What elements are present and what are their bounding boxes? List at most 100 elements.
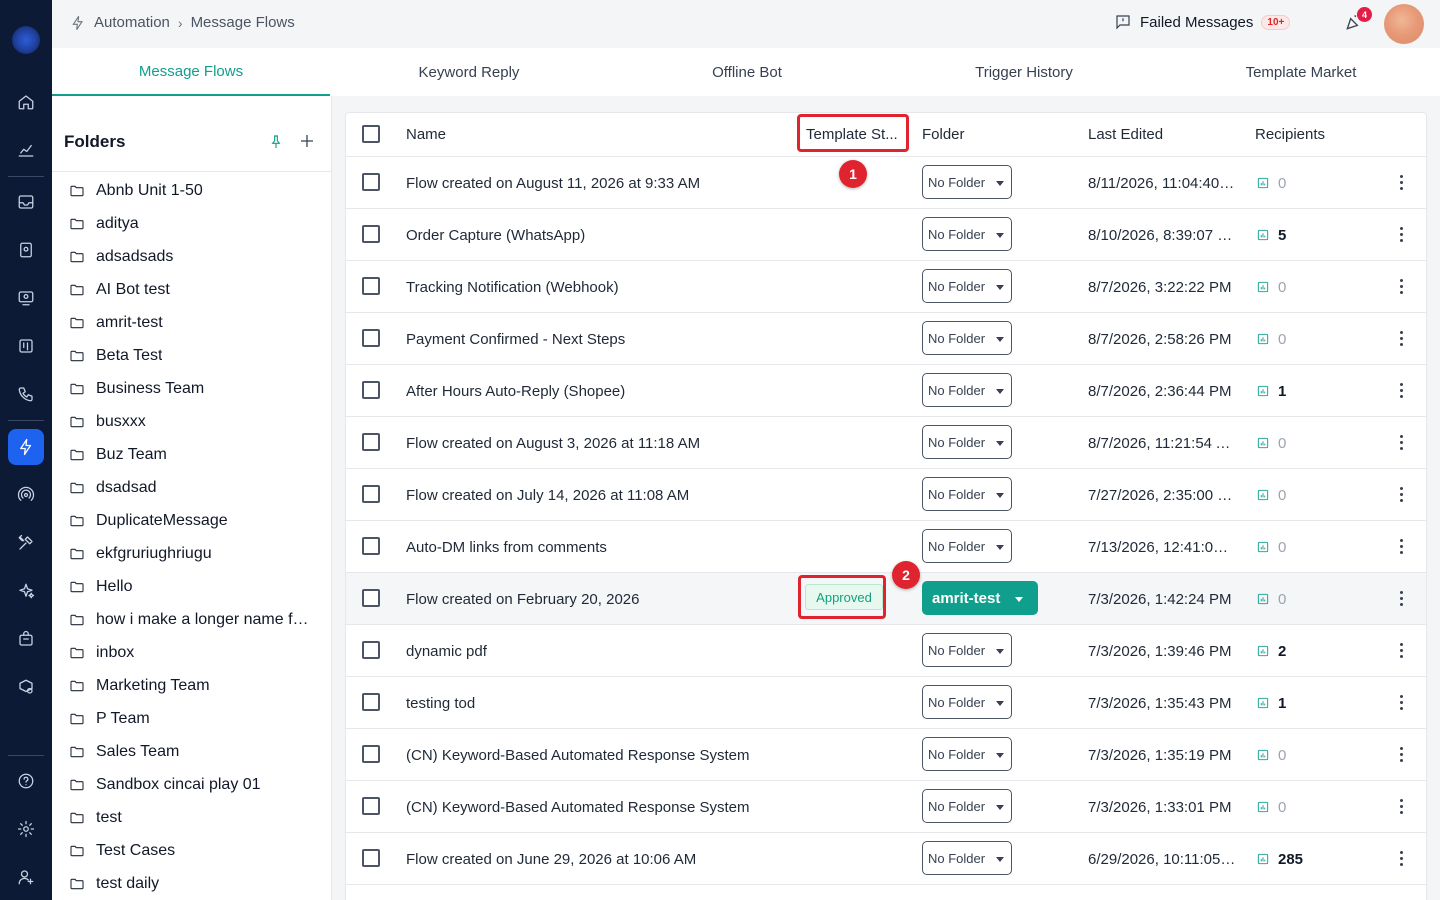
pin-icon[interactable] [268, 133, 284, 151]
folder-item[interactable]: dsadsad [52, 471, 331, 504]
row-checkbox[interactable] [362, 797, 380, 815]
folder-item[interactable]: Beta Test [52, 339, 331, 372]
broadcast-icon[interactable] [8, 280, 44, 316]
row-checkbox[interactable] [362, 641, 380, 659]
flow-name-cell[interactable]: Order Capture (WhatsApp) [406, 209, 786, 261]
ai-sparkle-icon[interactable] [8, 573, 44, 609]
row-checkbox[interactable] [362, 277, 380, 295]
folder-item[interactable]: DuplicateMessage [52, 504, 331, 537]
row-more-options-icon[interactable] [1396, 538, 1408, 556]
flow-name-cell[interactable]: Payment Confirmed - Next Steps [406, 313, 786, 365]
table-row[interactable]: Tracking Notification (Webhook) No Folder… [346, 261, 1426, 313]
failed-messages-button[interactable]: Failed Messages 10+ [1114, 13, 1291, 31]
column-header-name[interactable]: Name [406, 126, 446, 143]
settings-gear-icon[interactable] [8, 811, 44, 847]
folder-item[interactable]: P Team [52, 702, 331, 735]
analytics-icon[interactable] [8, 132, 44, 168]
row-checkbox[interactable] [362, 745, 380, 763]
inbox-icon[interactable] [8, 184, 44, 220]
recipients-cell[interactable]: 0 [1256, 417, 1286, 469]
column-header-recipients[interactable]: Recipients [1255, 126, 1325, 143]
table-row[interactable]: (CN) Keyword-Based Automated Response Sy… [346, 729, 1426, 781]
tab-keyword-reply[interactable]: Keyword Reply [330, 48, 608, 96]
phone-icon[interactable] [8, 376, 44, 412]
recipients-cell[interactable]: 0 [1256, 729, 1286, 781]
folder-item[interactable]: Sandbox cincai play 01 [52, 768, 331, 801]
folder-item[interactable]: how i make a longer name for this folder [52, 603, 331, 636]
row-checkbox[interactable] [362, 537, 380, 555]
folder-select[interactable]: No Folder [922, 529, 1012, 563]
folder-item[interactable]: Sales Team [52, 735, 331, 768]
folder-select[interactable]: No Folder [922, 217, 1012, 251]
flow-name-cell[interactable]: After Hours Auto-Reply (Shopee) [406, 365, 786, 417]
row-more-options-icon[interactable] [1396, 590, 1408, 608]
table-row[interactable]: Auto-DM links from comments No Folder 7/13… [346, 521, 1426, 573]
flow-name-cell[interactable]: (CN) Keyword-Based Automated Response Sy… [406, 729, 786, 781]
folder-select[interactable]: No Folder [922, 633, 1012, 667]
recipients-cell[interactable]: 0 [1256, 157, 1286, 209]
row-more-options-icon[interactable] [1396, 226, 1408, 244]
table-row[interactable]: dynamic pdf No Folder 7/3/2026, 1:39:46 PM… [346, 625, 1426, 677]
tab-offline-bot[interactable]: Offline Bot [608, 48, 886, 96]
row-checkbox[interactable] [362, 225, 380, 243]
flow-name-cell[interactable]: Flow created on July 14, 2026 at 11:08 A… [406, 469, 786, 521]
recipients-cell[interactable]: 1 [1256, 677, 1286, 729]
recipients-cell[interactable]: 2 [1256, 625, 1286, 677]
row-more-options-icon[interactable] [1396, 798, 1408, 816]
folder-select[interactable]: No Folder [922, 321, 1012, 355]
flow-name-cell[interactable]: Tracking Notification (Webhook) [406, 261, 786, 313]
add-folder-button[interactable] [298, 132, 316, 150]
table-row[interactable]: Flow created on February 20, 2026 Approve… [346, 573, 1426, 625]
row-checkbox[interactable] [362, 173, 380, 191]
recipients-cell[interactable]: 0 [1256, 261, 1286, 313]
row-more-options-icon[interactable] [1396, 382, 1408, 400]
user-avatar[interactable] [1384, 4, 1424, 44]
folder-select[interactable]: No Folder [922, 269, 1012, 303]
column-header-last-edited[interactable]: Last Edited [1088, 126, 1163, 143]
table-row[interactable]: testing tod No Folder 7/3/2026, 1:35:43 PM… [346, 677, 1426, 729]
recipients-cell[interactable]: 0 [1256, 521, 1286, 573]
folder-item[interactable]: ekfgruriughriugu [52, 537, 331, 570]
folder-item[interactable]: Marketing Team [52, 669, 331, 702]
row-more-options-icon[interactable] [1396, 642, 1408, 660]
table-row[interactable]: Payment Confirmed - Next Steps No Folder 8… [346, 313, 1426, 365]
flow-name-cell[interactable]: Flow created on June 29, 2026 at 10:06 A… [406, 833, 786, 885]
row-more-options-icon[interactable] [1396, 850, 1408, 868]
automation-icon[interactable] [8, 429, 44, 465]
store-icon[interactable] [8, 621, 44, 657]
row-more-options-icon[interactable] [1396, 694, 1408, 712]
folder-item[interactable]: Hello [52, 570, 331, 603]
folder-item[interactable]: aditya [52, 207, 331, 240]
table-row[interactable]: Flow created on August 3, 2026 at 11:18 … [346, 417, 1426, 469]
flow-name-cell[interactable]: Flow created on February 20, 2026 [406, 573, 786, 625]
board-icon[interactable] [8, 328, 44, 364]
home-icon[interactable] [8, 84, 44, 120]
tab-trigger-history[interactable]: Trigger History [885, 48, 1163, 96]
recipients-cell[interactable]: 1 [1256, 365, 1286, 417]
recipients-cell[interactable]: 0 [1256, 573, 1286, 625]
folder-item[interactable]: inbox [52, 636, 331, 669]
folder-select[interactable]: No Folder [922, 737, 1012, 771]
row-checkbox[interactable] [362, 693, 380, 711]
row-checkbox[interactable] [362, 433, 380, 451]
folder-item[interactable]: Buz Team [52, 438, 331, 471]
row-more-options-icon[interactable] [1396, 278, 1408, 296]
flow-name-cell[interactable]: (CN) Keyword-Based Automated Response Sy… [406, 781, 786, 833]
folder-item[interactable]: AI Bot test [52, 273, 331, 306]
folder-item[interactable]: Abnb Unit 1-50 [52, 174, 331, 207]
row-checkbox[interactable] [362, 485, 380, 503]
signal-icon[interactable] [8, 477, 44, 513]
folder-item[interactable]: Test Cases [52, 834, 331, 867]
folder-item[interactable]: busxxx [52, 405, 331, 438]
table-row[interactable]: After Hours Auto-Reply (Shopee) No Folder… [346, 365, 1426, 417]
flow-name-cell[interactable]: Flow created on August 3, 2026 at 11:18 … [406, 417, 786, 469]
recipients-cell[interactable]: 5 [1256, 209, 1286, 261]
row-more-options-icon[interactable] [1396, 486, 1408, 504]
folder-select[interactable]: No Folder [922, 841, 1012, 875]
flow-name-cell[interactable]: Auto-DM links from comments [406, 521, 786, 573]
table-row[interactable]: Flow created on June 29, 2026 at 10:06 A… [346, 833, 1426, 885]
flow-name-cell[interactable]: Flow created on August 11, 2026 at 9:33 … [406, 157, 786, 209]
flow-name-cell[interactable]: testing tod [406, 677, 786, 729]
row-more-options-icon[interactable] [1396, 746, 1408, 764]
recipients-cell[interactable]: 0 [1256, 313, 1286, 365]
